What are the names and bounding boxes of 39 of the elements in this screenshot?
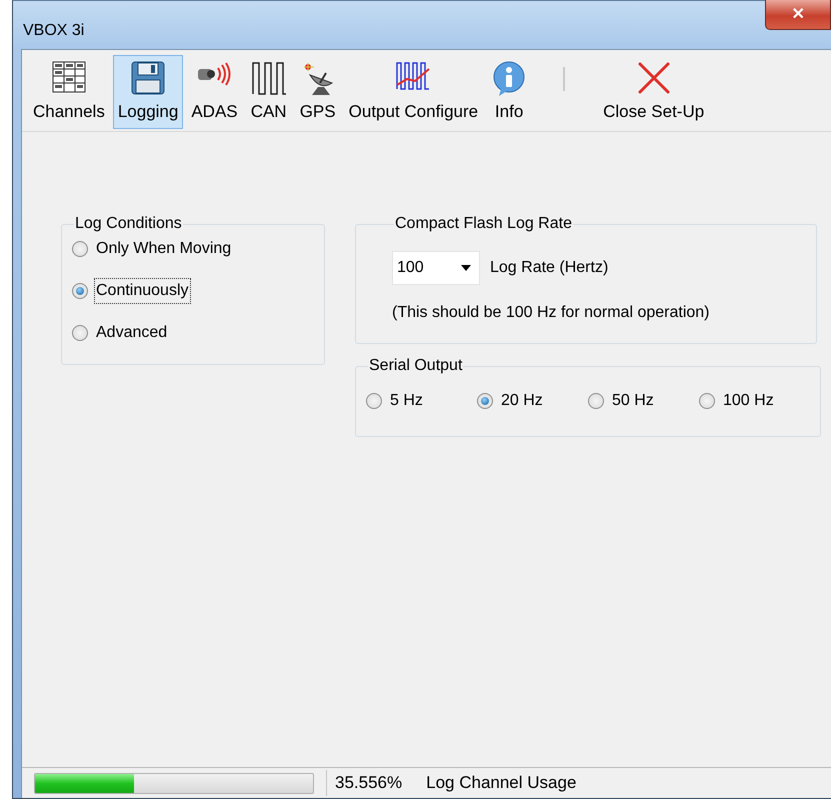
radio-button[interactable] xyxy=(366,393,382,409)
toolbar-button[interactable]: Close Set-Up xyxy=(598,55,710,129)
toolbar-button[interactable]: CAN xyxy=(246,55,292,129)
toolbar-button[interactable]: ADAS xyxy=(186,55,243,129)
status-label: Log Channel Usage xyxy=(426,772,576,794)
group-title: Serial Output xyxy=(368,358,464,374)
square-wave-icon xyxy=(250,61,287,95)
radio-button[interactable] xyxy=(72,283,88,299)
info-icon xyxy=(491,61,528,97)
toolbar-button[interactable]: Output Configure xyxy=(344,55,484,129)
toolbar-button[interactable]: Channels xyxy=(28,55,110,129)
window-title: VBOX 3i xyxy=(23,21,84,41)
radio-label[interactable]: 5 Hz xyxy=(388,388,425,414)
note-text: (This should be 100 Hz for normal operation) xyxy=(392,303,710,323)
radio-button[interactable] xyxy=(72,325,88,341)
sensor-waves-icon xyxy=(196,61,232,87)
grid-icon xyxy=(52,61,86,93)
rate-label: Log Rate (Hertz) xyxy=(490,258,608,278)
group-title: Log Conditions xyxy=(74,216,183,232)
toolbar-button[interactable]: Logging xyxy=(112,55,184,129)
radio-label[interactable]: Only When Moving xyxy=(94,236,234,262)
radio-label[interactable]: 20 Hz xyxy=(499,388,545,414)
radio-label[interactable]: 100 Hz xyxy=(721,388,776,414)
toolbar-button[interactable]: Info xyxy=(486,55,532,129)
close-icon xyxy=(636,61,671,95)
toolbar-button[interactable]: GPS xyxy=(294,55,341,129)
caret-icon xyxy=(461,265,471,271)
radio-button[interactable] xyxy=(477,393,493,409)
radio-label[interactable]: Advanced xyxy=(94,320,170,346)
signal-wave-icon xyxy=(395,61,432,91)
rate-dropdown[interactable]: 100 xyxy=(392,251,480,285)
radio-label[interactable]: 50 Hz xyxy=(610,388,656,414)
radio-button[interactable] xyxy=(72,241,88,257)
radio-button[interactable] xyxy=(699,393,715,409)
radio-button[interactable] xyxy=(588,393,604,409)
close-button[interactable]: ✕ xyxy=(765,0,831,30)
usage-percentage: 35.556% xyxy=(335,772,402,794)
radio-label[interactable]: Continuously xyxy=(94,278,190,304)
group-title: Compact Flash Log Rate xyxy=(394,216,573,232)
